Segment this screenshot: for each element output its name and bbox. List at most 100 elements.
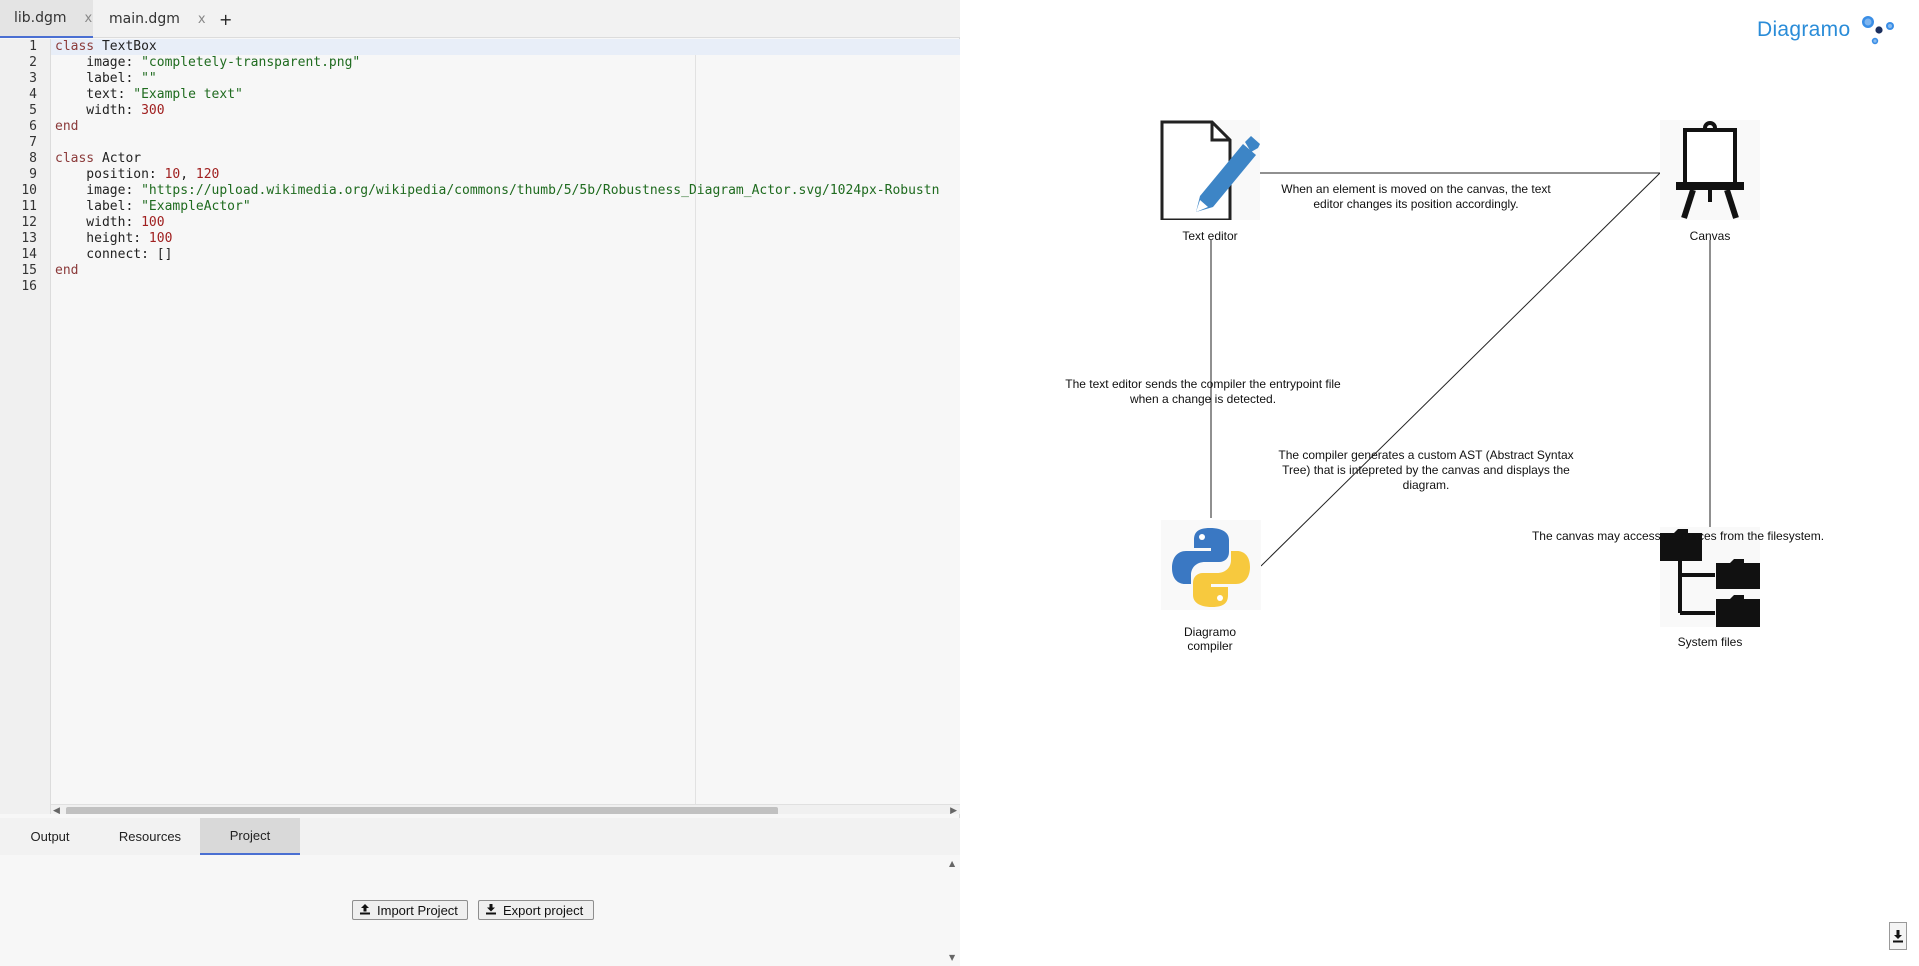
tab-resources[interactable]: Resources xyxy=(100,818,200,855)
download-icon xyxy=(1893,930,1903,943)
code-lines[interactable]: class TextBox image: "completely-transpa… xyxy=(51,39,960,295)
import-project-label: Import Project xyxy=(377,902,458,918)
string-value: "Example text" xyxy=(133,87,243,102)
scrollbar-thumb[interactable] xyxy=(66,807,778,814)
close-icon[interactable]: x xyxy=(198,12,206,27)
line-number: 14 xyxy=(21,247,37,262)
code-line[interactable]: label: "" xyxy=(51,71,960,87)
tab-main-dgm[interactable]: main.dgm x xyxy=(95,0,206,38)
export-project-label: Export project xyxy=(503,902,584,918)
import-project-button[interactable]: Import Project xyxy=(352,900,468,920)
scroll-down-icon[interactable]: ▼ xyxy=(949,953,955,962)
identifier: Actor xyxy=(94,151,142,166)
string-value: "ExampleActor" xyxy=(141,199,251,214)
property-key: label: xyxy=(55,71,142,86)
edge-label-editor-canvas: When an element is moved on the canvas, … xyxy=(1261,182,1571,212)
separator: , xyxy=(180,167,196,182)
export-project-button[interactable]: Export project xyxy=(478,900,594,920)
line-number: 6 xyxy=(29,119,37,134)
code-line[interactable]: connect: [] xyxy=(51,247,960,263)
code-line[interactable] xyxy=(51,279,960,295)
code-line[interactable]: label: "ExampleActor" xyxy=(51,199,960,215)
bottom-panel: Output Resources Project Import Project … xyxy=(0,818,960,966)
property-key: height: xyxy=(55,231,149,246)
number-value: 100 xyxy=(141,215,165,230)
logo-dots-icon xyxy=(1862,16,1894,45)
line-number: 3 xyxy=(29,71,37,86)
line-number: 12 xyxy=(21,215,37,230)
keyword: class xyxy=(55,151,95,166)
text-editor-node[interactable] xyxy=(1160,120,1260,222)
scroll-up-icon[interactable]: ▲ xyxy=(949,859,955,868)
property-key: width: xyxy=(55,215,142,230)
number-value: 10 xyxy=(164,167,181,182)
edge-label-line: The text editor sends the compiler the e… xyxy=(1065,377,1341,391)
system-files-label: System files xyxy=(1677,635,1743,649)
scroll-right-icon[interactable]: ▶ xyxy=(950,805,957,814)
add-tab-button[interactable]: + xyxy=(207,0,237,38)
tab-label: main.dgm xyxy=(109,11,180,27)
code-line[interactable]: end xyxy=(51,263,960,279)
upload-icon xyxy=(359,903,371,918)
document-pencil-icon xyxy=(1160,120,1260,222)
code-line[interactable]: class TextBox xyxy=(51,39,960,55)
keyword: end xyxy=(55,119,79,134)
compiler-label-line2: compiler xyxy=(1187,639,1233,653)
easel-icon xyxy=(1660,120,1760,220)
string-value: "" xyxy=(141,71,157,86)
edge-label-line: when a change is detected. xyxy=(1129,392,1277,406)
edge-label-line: editor changes its position accordingly. xyxy=(1313,197,1519,211)
logo-text: Diagramo xyxy=(1757,18,1851,41)
line-number: 5 xyxy=(29,103,37,118)
code-line[interactable]: width: 300 xyxy=(51,103,960,119)
edge-label-canvas-files: The canvas may access resources from the… xyxy=(1531,529,1825,543)
list-value: [] xyxy=(156,247,173,262)
tab-label: lib.dgm xyxy=(14,10,67,26)
code-line[interactable]: text: "Example text" xyxy=(51,87,960,103)
keyword: end xyxy=(55,263,79,278)
diagram-canvas[interactable]: Diagramo Text editor Canvas Diagramo com… xyxy=(961,0,1919,966)
code-line[interactable]: position: 10, 120 xyxy=(51,167,960,183)
property-key: position: xyxy=(55,167,165,182)
tab-lib-dgm[interactable]: lib.dgm x xyxy=(0,0,93,38)
code-editor[interactable]: 1 2 3 4 5 6 7 8 9 10 11 12 13 14 15 16 c… xyxy=(0,39,960,814)
property-key: image: xyxy=(55,55,142,70)
canvas-label: Canvas xyxy=(1689,229,1731,243)
line-number: 9 xyxy=(29,167,37,182)
line-number: 11 xyxy=(21,199,37,214)
line-number: 2 xyxy=(29,55,37,70)
line-number: 16 xyxy=(21,279,37,294)
code-line[interactable]: height: 100 xyxy=(51,231,960,247)
download-icon xyxy=(485,903,497,918)
number-value: 100 xyxy=(148,231,173,246)
compiler-label-line1: Diagramo xyxy=(1183,625,1237,639)
download-diagram-button[interactable] xyxy=(1889,922,1907,950)
number-value: 120 xyxy=(195,167,220,182)
edge-label-line: Tree) that is intepreted by the canvas a… xyxy=(1282,463,1570,477)
code-line[interactable]: width: 100 xyxy=(51,215,960,231)
code-line[interactable]: image: "https://upload.wikimedia.org/wik… xyxy=(51,183,960,199)
code-line[interactable] xyxy=(51,135,960,151)
tab-output[interactable]: Output xyxy=(0,818,100,855)
vertical-scrollbar[interactable]: ▲ ▼ xyxy=(946,855,960,966)
edge-label-line: When an element is moved on the canvas, … xyxy=(1281,182,1551,196)
close-icon[interactable]: x xyxy=(85,11,93,26)
code-line[interactable]: end xyxy=(51,119,960,135)
canvas-node[interactable] xyxy=(1660,120,1760,220)
edge-label-editor-compiler: The text editor sends the compiler the e… xyxy=(1043,377,1363,407)
code-line[interactable]: class Actor xyxy=(51,151,960,167)
tab-project[interactable]: Project xyxy=(200,818,300,855)
code-line[interactable]: image: "completely-transparent.png" xyxy=(51,55,960,71)
scroll-left-icon[interactable]: ◀ xyxy=(53,805,60,814)
property-key: image: xyxy=(55,183,142,198)
property-key: width: xyxy=(55,103,142,118)
compiler-node[interactable] xyxy=(1161,520,1261,610)
line-number: 13 xyxy=(21,231,37,246)
python-logo-icon xyxy=(1161,520,1261,610)
line-number: 10 xyxy=(21,183,37,198)
property-key: text: xyxy=(55,87,134,102)
horizontal-scrollbar[interactable]: ◀ ▶ xyxy=(51,804,960,814)
line-number-gutter: 1 2 3 4 5 6 7 8 9 10 11 12 13 14 15 16 xyxy=(0,39,51,814)
line-number: 8 xyxy=(29,151,37,166)
compiler-label: Diagramo compiler xyxy=(1160,625,1260,653)
